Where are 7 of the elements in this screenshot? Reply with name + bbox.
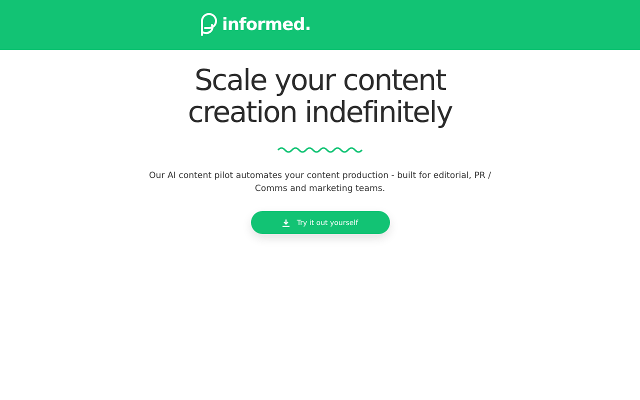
logo-icon[interactable] — [198, 13, 218, 37]
description: Our AI content pilot automates your content production - built for editorial, PR / Comms and marketing teams. — [148, 170, 492, 196]
download-icon — [282, 218, 290, 226]
headline: Scale your content — [194, 64, 446, 96]
brand-name[interactable]: informed. — [222, 15, 311, 35]
headline: creation indefinitely — [188, 96, 452, 128]
wave-divider-icon — [277, 146, 363, 154]
